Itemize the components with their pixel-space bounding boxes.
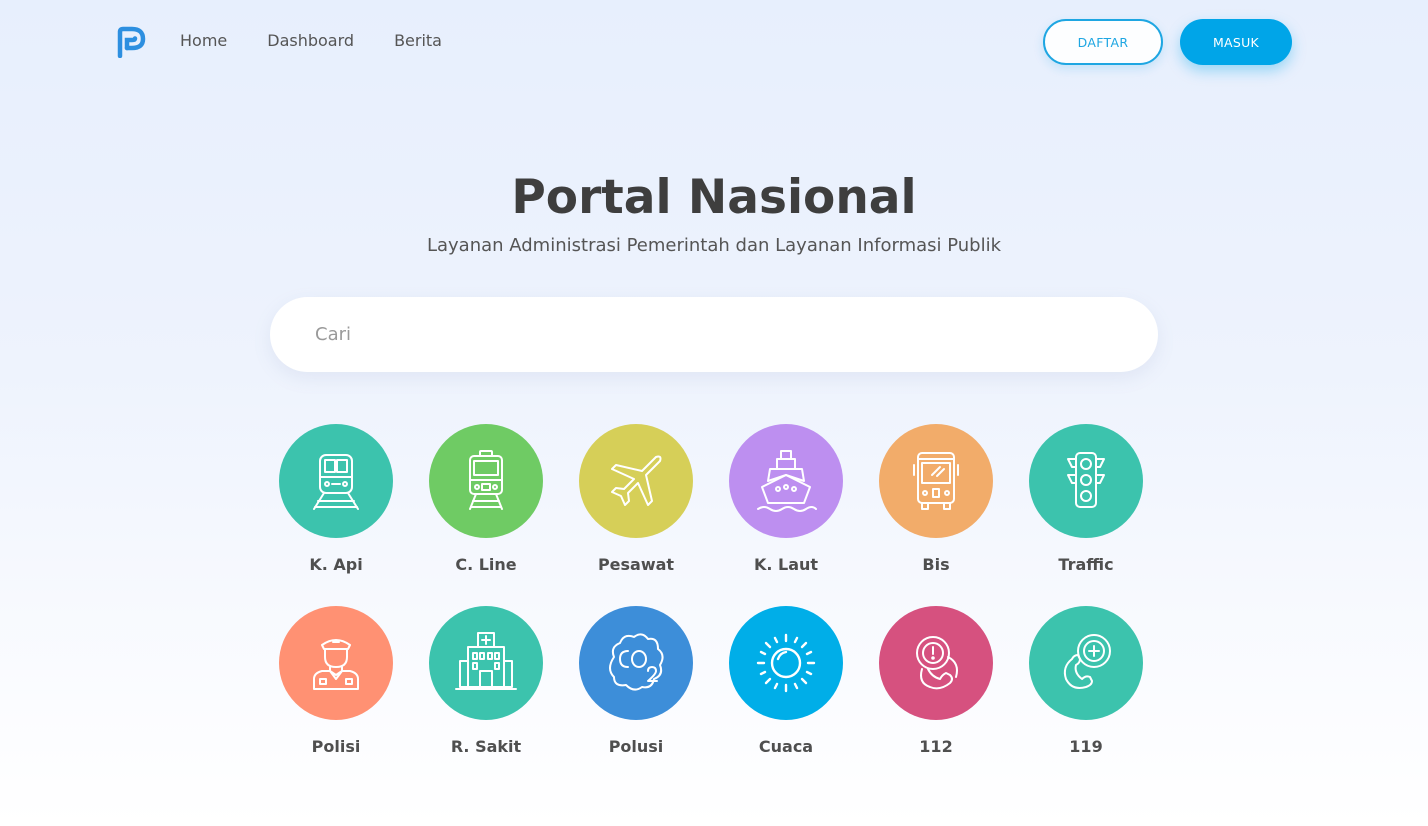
sun-weather-icon — [756, 633, 816, 693]
medical-phone-icon — [1063, 634, 1111, 689]
bus-icon — [913, 452, 959, 510]
service-polisi[interactable]: Polisi — [261, 606, 411, 757]
service-label: R. Sakit — [450, 737, 522, 756]
service-cuaca[interactable]: Cuaca — [711, 606, 861, 757]
top-navbar: Home Dashboard Berita DAFTAR MASUK — [0, 0, 1428, 84]
service-119[interactable]: 119 — [1011, 606, 1161, 757]
commuter-line-icon — [469, 450, 503, 510]
service-label: K. Laut — [753, 555, 819, 574]
page-title: Portal Nasional — [511, 170, 917, 225]
service-traffic[interactable]: Traffic — [1011, 424, 1161, 575]
service-label: Polisi — [311, 737, 361, 756]
service-circle — [429, 424, 543, 538]
airplane-icon — [611, 455, 662, 506]
service-circle — [729, 606, 843, 720]
service-bis[interactable]: Bis — [861, 424, 1011, 575]
service-label: 112 — [919, 737, 953, 756]
service-label: 119 — [1069, 737, 1103, 756]
service-circle — [279, 424, 393, 538]
service-pesawat[interactable]: Pesawat — [561, 424, 711, 575]
emergency-phone-icon — [916, 636, 958, 690]
service-circle — [879, 424, 993, 538]
service-label: K. Api — [309, 555, 363, 574]
traffic-light-icon — [1067, 452, 1105, 508]
service-circle — [279, 606, 393, 720]
service-label: Cuaca — [758, 737, 814, 756]
service-label: Pesawat — [597, 555, 675, 574]
nav-links: Home Dashboard Berita — [180, 30, 442, 52]
service-circle — [579, 606, 693, 720]
service-circle — [879, 606, 993, 720]
service-circle — [429, 606, 543, 720]
service-circle — [729, 424, 843, 538]
ship-icon — [757, 450, 817, 512]
masuk-button[interactable]: MASUK — [1180, 19, 1292, 65]
hospital-icon — [455, 632, 517, 690]
page-subtitle: Layanan Administrasi Pemerintah dan Laya… — [426, 235, 1002, 256]
service-k-laut[interactable]: K. Laut — [711, 424, 861, 575]
service-k-api[interactable]: K. Api — [261, 424, 411, 575]
police-officer-icon — [313, 639, 359, 690]
daftar-button[interactable]: DAFTAR — [1043, 19, 1163, 65]
service-circle — [1029, 424, 1143, 538]
service-polusi[interactable]: Polusi — [561, 606, 711, 757]
service-c-line[interactable]: C. Line — [411, 424, 561, 575]
service-circle — [1029, 606, 1143, 720]
portal-logo-icon[interactable] — [116, 26, 146, 59]
train-icon — [313, 454, 359, 510]
search-bar — [270, 297, 1158, 372]
service-label: Traffic — [1058, 555, 1114, 574]
nav-link-dashboard[interactable]: Dashboard — [267, 30, 354, 52]
search-input[interactable] — [315, 297, 1115, 372]
service-r-sakit[interactable]: R. Sakit — [411, 606, 561, 757]
service-112[interactable]: 112 — [861, 606, 1011, 757]
nav-link-berita[interactable]: Berita — [394, 30, 442, 52]
co2-pollution-icon — [609, 633, 664, 691]
service-label: Bis — [922, 555, 950, 574]
service-label: Polusi — [608, 737, 664, 756]
nav-link-home[interactable]: Home — [180, 30, 227, 52]
service-circle — [579, 424, 693, 538]
service-label: C. Line — [455, 555, 517, 574]
